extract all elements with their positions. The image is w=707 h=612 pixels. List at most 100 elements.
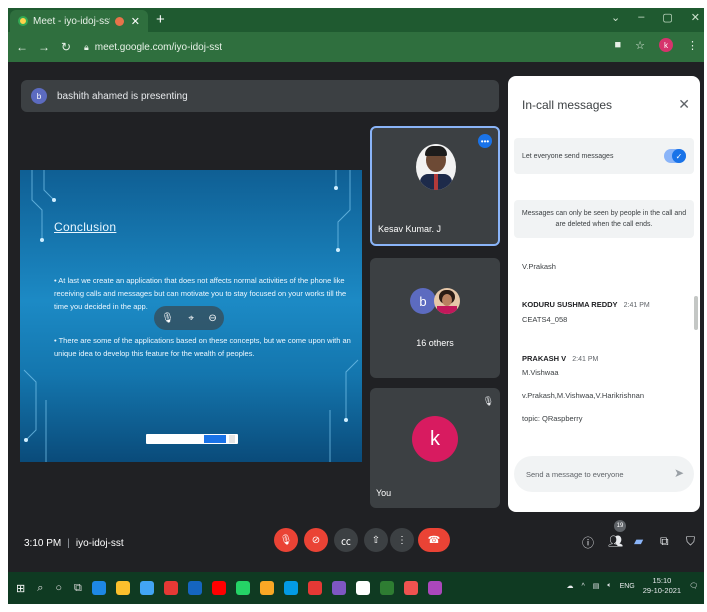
network-icon[interactable]: ▤ [593, 582, 600, 590]
more-options-button[interactable]: ⋮ [390, 528, 414, 552]
close-icon[interactable]: ✕ [678, 96, 690, 113]
self-tile[interactable]: 🎙︎ k You [370, 388, 500, 508]
chat-scrollbar[interactable] [694, 296, 698, 330]
clock-time: 15:10 [652, 576, 672, 585]
system-clock[interactable]: 15:10 29-10-2021 [643, 576, 681, 596]
allow-messages-toggle[interactable]: ✓ [664, 149, 686, 163]
participant-tile[interactable]: ••• Kesav Kumar. J [370, 126, 500, 246]
chrome-icon[interactable] [307, 581, 322, 595]
tab-search-icon[interactable]: ⌄ [611, 11, 620, 24]
weather-icon[interactable]: ☁ [566, 582, 573, 590]
app-icon[interactable] [427, 581, 442, 595]
presenting-banner: b bashith ahamed is presenting [21, 80, 499, 112]
task-view-icon[interactable]: ⧉ [74, 582, 82, 595]
message-sender: PRAKASH V [522, 354, 567, 363]
telegram-icon[interactable] [283, 581, 298, 595]
android-icon[interactable] [379, 581, 394, 595]
message-text: V.Prakash [522, 262, 556, 271]
message-text: v.Prakash,M.Vishwaa,V.Harikrishnan [522, 391, 644, 400]
app-icon[interactable] [331, 581, 346, 595]
store-icon[interactable] [139, 581, 154, 595]
code-editor-icon[interactable] [355, 581, 370, 595]
browser-menu-icon[interactable]: ⋮ [687, 39, 698, 52]
slide-embedded-dialog [146, 434, 238, 444]
address-bar[interactable]: 🔒︎ meet.google.com/iyo-idoj-sst [84, 37, 624, 57]
avatar-photo [434, 288, 460, 314]
camera-toggle-button[interactable]: ⊘ [304, 528, 328, 552]
chrome-active-icon[interactable] [403, 581, 418, 595]
edge-icon[interactable] [91, 581, 106, 595]
browser-tabstrip: Meet - iyo-idoj-sst ✕ + ⌄ – ▢ ✕ [8, 8, 704, 32]
activities-icon[interactable]: ⧉ [660, 534, 669, 549]
presentation-overlay-controls: 🎙︎ ⌖ ⊖ [154, 306, 224, 330]
chat-input[interactable]: Send a message to everyone ➤ [514, 456, 694, 492]
self-avatar: k [412, 416, 458, 462]
slide-dialog-button [204, 435, 226, 443]
camera-indicator-icon[interactable]: ■ [614, 39, 621, 51]
window-controls: ⌄ – ▢ ✕ [611, 11, 700, 24]
toolbar-actions: ■ ☆ k ⋮ [614, 38, 698, 52]
mic-off-icon[interactable]: 🎙︎ [161, 313, 174, 324]
people-icon[interactable]: 👥︎ [608, 534, 623, 548]
slide-dialog-close [229, 435, 235, 443]
meeting-info: 3:10 PM | iyo-idoj-sst [24, 538, 124, 549]
back-icon[interactable]: ← [14, 40, 30, 54]
mic-toggle-button[interactable]: 🎙︎ [274, 528, 298, 552]
chat-message: V.Prakash [522, 262, 556, 271]
youtube-icon[interactable] [211, 581, 226, 595]
message-sender: KODURU SUSHMA REDDY [522, 300, 618, 309]
slide-paragraph: • There are some of the applications bas… [54, 336, 351, 358]
new-tab-button[interactable]: + [156, 11, 165, 28]
reload-icon[interactable]: ↻ [58, 40, 74, 54]
maximize-button[interactable]: ▢ [662, 11, 672, 24]
current-time: 3:10 PM [24, 538, 62, 549]
meeting-code: iyo-idoj-sst [75, 538, 124, 549]
word-icon[interactable] [187, 581, 202, 595]
meet-area: b bashith ahamed is presenting Conclusio… [8, 62, 704, 572]
separator: | [67, 538, 70, 549]
others-tile[interactable]: b 16 others [370, 258, 500, 378]
tab-close-icon[interactable]: ✕ [131, 15, 140, 28]
cortana-icon[interactable]: ○ [55, 582, 62, 594]
present-button[interactable]: ⇧ [364, 528, 388, 552]
whatsapp-icon[interactable] [235, 581, 250, 595]
volume-icon[interactable]: 🔈︎ [607, 582, 611, 590]
remove-icon[interactable]: ⊖ [208, 313, 216, 324]
file-explorer-icon[interactable] [115, 581, 130, 595]
clock-date: 29-10-2021 [642, 586, 682, 595]
more-options-icon[interactable]: ••• [478, 134, 492, 148]
notification-icon[interactable]: 🗨︎ [689, 582, 698, 590]
close-window-button[interactable]: ✕ [691, 11, 700, 24]
search-icon[interactable]: ⌕ [37, 582, 43, 595]
sticky-notes-icon[interactable] [259, 581, 274, 595]
forward-icon[interactable]: → [36, 40, 52, 54]
profile-avatar[interactable]: k [659, 38, 673, 52]
browser-tab[interactable]: Meet - iyo-idoj-sst ✕ [10, 10, 148, 32]
bookmark-star-icon[interactable]: ☆ [635, 39, 645, 52]
chat-message: PRAKASH V 2:41 PM M.Vishwaa v.Prakash,M.… [522, 354, 644, 423]
chat-input-placeholder: Send a message to everyone [526, 469, 624, 479]
host-controls-icon[interactable]: ⛉ [686, 534, 695, 549]
start-icon[interactable]: ⊞ [16, 582, 25, 595]
permission-row: Let everyone send messages ✓ [514, 138, 694, 174]
pin-icon[interactable]: ⌖ [188, 313, 194, 324]
meet-favicon-icon [18, 16, 28, 26]
captions-button[interactable]: ㏄ [334, 528, 358, 552]
message-time: 2:41 PM [572, 356, 599, 363]
presenter-avatar: b [31, 88, 47, 104]
system-tray: ☁ ^ ▤ 🔈︎ ENG 15:10 29-10-2021 🗨︎ [566, 576, 698, 596]
meeting-details-icon[interactable]: ⓘ [582, 534, 594, 551]
chat-panel: In-call messages ✕ Let everyone send mes… [508, 76, 700, 512]
tab-title: Meet - iyo-idoj-sst [33, 15, 110, 27]
send-icon[interactable]: ➤ [674, 466, 684, 480]
language-indicator[interactable]: ENG [620, 583, 635, 590]
chat-icon[interactable]: ▰ [634, 534, 643, 548]
tray-expand-icon[interactable]: ^ [581, 583, 584, 590]
minimize-button[interactable]: – [638, 11, 644, 24]
leave-call-button[interactable]: ☎︎ [418, 528, 450, 552]
windows-taskbar: ⊞ ⌕ ○ ⧉ ☁ ^ ▤ 🔈︎ ENG 15:10 29-10-2021 🗨︎ [8, 572, 704, 604]
app-icon[interactable] [163, 581, 178, 595]
chat-message: KODURU SUSHMA REDDY 2:41 PM CEATS4_058 [522, 300, 650, 324]
message-text: topic: QRaspberry [522, 414, 583, 423]
participant-name: You [376, 488, 392, 498]
